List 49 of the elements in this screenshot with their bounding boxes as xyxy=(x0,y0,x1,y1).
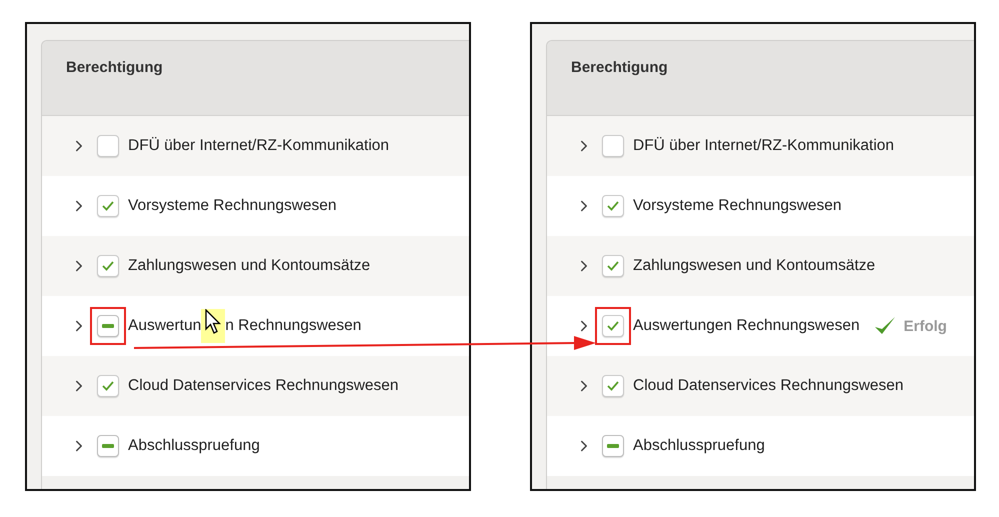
tree-row[interactable]: Zahlungswesen und Kontoumsätze xyxy=(547,236,974,296)
tree-row[interactable]: Auswertungen Rechnungswesen Erfolg xyxy=(547,296,974,356)
checkbox[interactable] xyxy=(97,435,119,457)
tree-row[interactable]: Vorsysteme Rechnungswesen xyxy=(547,176,974,236)
checkbox[interactable] xyxy=(97,375,119,397)
checkbox[interactable] xyxy=(602,315,624,337)
permission-label: Cloud Datenservices Rechnungswesen xyxy=(128,377,399,395)
checkbox[interactable] xyxy=(97,195,119,217)
tree-row[interactable]: Cloud Datenservices Rechnungswesen xyxy=(547,356,974,416)
permission-label: Abschlusspruefung xyxy=(633,437,765,455)
check-icon xyxy=(606,260,620,272)
tree-row[interactable]: Abschlusspruefung xyxy=(547,416,974,476)
check-icon xyxy=(606,380,620,392)
permission-label: Zahlungswesen und Kontoumsätze xyxy=(633,257,876,275)
tree-row[interactable]: DFÜ über Internet/RZ-Kommunikation xyxy=(547,116,974,176)
check-icon xyxy=(606,200,620,212)
permission-label: Auswertun xyxy=(128,317,202,335)
check-icon xyxy=(101,380,115,392)
tree-row[interactable]: Cloud Datenservices Rechnungswesen xyxy=(42,356,469,416)
tree-row[interactable]: Auswertun n Rechnungswesen xyxy=(42,296,469,356)
tree-row[interactable]: Vorsysteme Rechnungswesen xyxy=(42,176,469,236)
checkbox[interactable] xyxy=(602,435,624,457)
status-text: Erfolg xyxy=(904,318,947,334)
check-icon xyxy=(101,260,115,272)
check-icon xyxy=(606,320,620,332)
check-icon xyxy=(874,316,896,336)
tree-row[interactable]: DFÜ über Internet/RZ-Kommunikation xyxy=(42,116,469,176)
permission-label: Cloud Datenservices Rechnungswesen xyxy=(633,377,904,395)
permission-label: Auswertungen Rechnungswesen xyxy=(633,317,860,335)
checkbox[interactable] xyxy=(602,195,624,217)
checkbox[interactable] xyxy=(602,255,624,277)
permission-label: DFÜ über Internet/RZ-Kommunikation xyxy=(633,137,894,155)
permission-label: Vorsysteme Rechnungswesen xyxy=(128,197,337,215)
tree-row[interactable]: Zahlungswesen und Kontoumsätze xyxy=(42,236,469,296)
checkbox[interactable] xyxy=(602,135,624,157)
check-icon xyxy=(101,200,115,212)
checkbox[interactable] xyxy=(97,255,119,277)
column-heading: Berechtigung xyxy=(571,59,668,76)
permission-label: DFÜ über Internet/RZ-Kommunikation xyxy=(128,137,390,155)
permission-label: Abschlusspruefung xyxy=(128,437,260,455)
checkbox[interactable] xyxy=(602,375,624,397)
checkbox[interactable] xyxy=(97,315,119,337)
checkbox[interactable] xyxy=(97,135,119,157)
tree-row[interactable]: Abschlusspruefung xyxy=(42,416,469,476)
permission-label: Vorsysteme Rechnungswesen xyxy=(633,197,842,215)
permission-label: n Rechnungswesen xyxy=(225,317,362,335)
column-heading: Berechtigung xyxy=(66,59,163,76)
mouse-pointer-icon xyxy=(205,309,222,335)
permission-label: Zahlungswesen und Kontoumsätze xyxy=(128,257,370,275)
